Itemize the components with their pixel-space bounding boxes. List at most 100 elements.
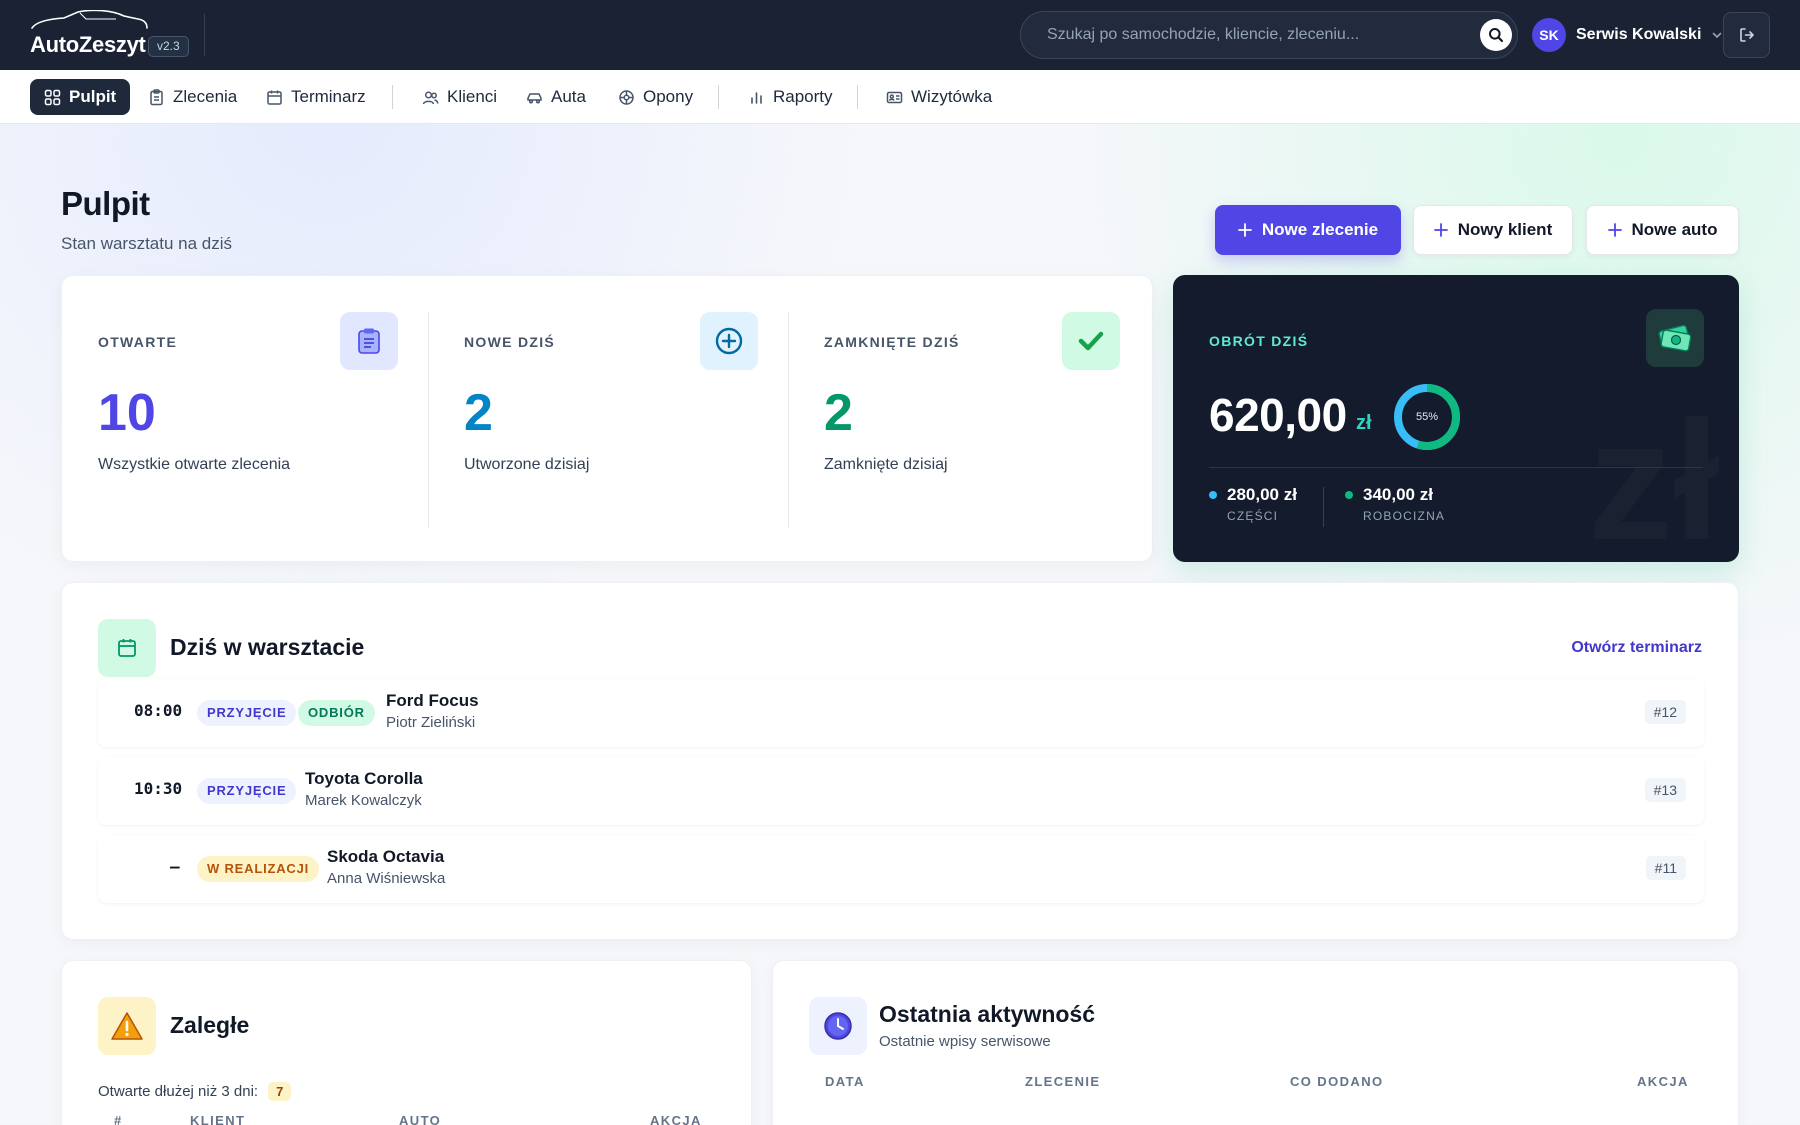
stat-value: 2 xyxy=(464,384,493,442)
app-logo[interactable]: AutoZeszyt v2.3 xyxy=(30,10,189,62)
revenue-parts: 280,00 zł CZĘŚCI xyxy=(1209,485,1297,523)
status-tag: W REALIZACJI xyxy=(197,856,320,882)
appointment-car: Toyota Corolla xyxy=(305,769,423,788)
new-client-button[interactable]: Nowy klient xyxy=(1413,205,1573,255)
nav-label: Raporty xyxy=(773,87,833,106)
column-header: # xyxy=(114,1113,123,1125)
status-tag: PRZYJĘCIE xyxy=(197,778,297,804)
nav-divider xyxy=(718,85,719,109)
app-name: AutoZeszyt xyxy=(30,32,146,57)
nav-label: Klienci xyxy=(447,87,498,106)
id-card-icon xyxy=(886,91,903,103)
appointment-row[interactable]: 10:30 PRZYJĘCIE Toyota Corolla Marek Kow… xyxy=(98,757,1704,825)
divider xyxy=(204,14,205,56)
revenue-labor: 340,00 zł ROBOCIZNA xyxy=(1345,485,1445,523)
logout-button[interactable] xyxy=(1723,12,1770,58)
appointment-car: Skoda Octavia xyxy=(327,847,445,866)
currency-watermark: zł xyxy=(1588,383,1720,562)
calendar-icon xyxy=(267,90,282,105)
appointment-client: Marek Kowalczyk xyxy=(305,792,422,809)
column-header: AUTO xyxy=(399,1113,442,1125)
nav-item-terminarz[interactable]: Terminarz xyxy=(252,79,380,115)
plus-circle-icon xyxy=(700,312,758,370)
appointment-time: – xyxy=(170,857,180,876)
new-car-button[interactable]: Nowe auto xyxy=(1586,205,1739,255)
page-title: Pulpit xyxy=(61,185,150,222)
nav-item-klienci[interactable]: Klienci xyxy=(408,79,511,115)
appointment-time: 10:30 xyxy=(134,779,183,798)
appointment-time: 08:00 xyxy=(134,701,183,720)
appointment-car: Ford Focus xyxy=(386,691,479,710)
divider xyxy=(1209,467,1703,468)
labor-amount: 340,00 zł xyxy=(1345,485,1445,505)
appointment-row[interactable]: 08:00 PRZYJĘCIE ODBIÓR Ford Focus Piotr … xyxy=(98,679,1704,747)
new-order-button[interactable]: Nowe zlecenie xyxy=(1215,205,1401,255)
column-header: CO DODANO xyxy=(1290,1074,1384,1089)
column-header: KLIENT xyxy=(190,1113,246,1125)
labor-label: ROBOCIZNA xyxy=(1363,509,1446,523)
plus-icon xyxy=(1237,223,1252,237)
stat-description: Utworzone dzisiaj xyxy=(464,456,590,473)
page-subtitle: Stan warsztatu na dziś xyxy=(61,234,233,253)
plus-icon xyxy=(1607,223,1622,237)
revenue-card: zł OBRÓT DZIŚ 620,00 zł 55% 280,00 zł CZ… xyxy=(1173,275,1739,562)
overdue-note: Otwarte dłużej niż 3 dni: 7 xyxy=(98,1082,292,1101)
revenue-label: OBRÓT DZIŚ xyxy=(1209,333,1309,349)
order-id-badge: #11 xyxy=(1645,856,1686,880)
stat-open[interactable]: OTWARTE 10 Wszystkie otwarte zlecenia xyxy=(62,276,428,563)
grid-icon xyxy=(44,89,61,105)
tire-icon xyxy=(619,89,634,105)
appointment-client: Piotr Zieliński xyxy=(386,714,476,731)
stat-description: Zamknięte dzisiaj xyxy=(824,456,948,473)
appointment-client: Anna Wiśniewska xyxy=(327,870,446,887)
car-icon xyxy=(527,92,542,104)
search-input[interactable] xyxy=(1047,12,1467,58)
column-header: AKCJA xyxy=(1637,1074,1689,1089)
nav-label: Zlecenia xyxy=(173,87,238,106)
nav-item-auta[interactable]: Auta xyxy=(512,79,600,115)
nav-label: Wizytówka xyxy=(911,87,993,106)
clipboard-icon xyxy=(340,312,398,370)
nav-item-wizytowka[interactable]: Wizytówka xyxy=(872,79,1006,115)
stat-label: ZAMKNIĘTE DZIŚ xyxy=(824,334,960,350)
button-label: Nowy klient xyxy=(1457,220,1553,239)
chevron-down-icon xyxy=(1711,29,1723,41)
nav-item-zlecenia[interactable]: Zlecenia xyxy=(134,79,251,115)
stat-new-today[interactable]: NOWE DZIŚ 2 Utworzone dzisiaj xyxy=(428,276,788,563)
divider xyxy=(1323,487,1324,527)
parts-label: CZĘŚCI xyxy=(1227,509,1279,523)
nav-item-raporty[interactable]: Raporty xyxy=(734,79,847,115)
car-logo-icon xyxy=(31,10,148,29)
users-icon xyxy=(422,90,439,104)
order-id-badge: #12 xyxy=(1644,700,1686,724)
open-schedule-link[interactable]: Otwórz terminarz xyxy=(1571,639,1702,657)
nav-divider xyxy=(392,85,393,109)
stat-label: OTWARTE xyxy=(98,334,178,350)
search-box xyxy=(1020,11,1518,59)
appointment-row[interactable]: – W REALIZACJI Skoda Octavia Anna Wiśnie… xyxy=(98,835,1704,903)
nav-item-opony[interactable]: Opony xyxy=(604,79,707,115)
nav-label: Terminarz xyxy=(291,87,366,106)
nav-label: Pulpit xyxy=(69,87,117,106)
version-badge: v2.3 xyxy=(148,36,189,57)
donut-percent: 55% xyxy=(1415,411,1439,423)
clock-icon xyxy=(809,997,867,1055)
button-label: Nowe zlecenie xyxy=(1261,220,1379,239)
stat-value: 10 xyxy=(98,384,156,442)
calendar-icon xyxy=(98,619,156,677)
checkmark-icon xyxy=(1062,312,1120,370)
nav-label: Auta xyxy=(551,87,586,106)
button-label: Nowe auto xyxy=(1631,220,1718,239)
clipboard-icon xyxy=(150,88,163,105)
stat-closed-today[interactable]: ZAMKNIĘTE DZIŚ 2 Zamknięte dzisiaj xyxy=(788,276,1154,563)
recent-activity-card: Ostatnia aktywność Ostatnie wpisy serwis… xyxy=(772,960,1739,1125)
search-button[interactable] xyxy=(1480,19,1512,51)
overdue-count-badge: 7 xyxy=(268,1082,292,1101)
money-icon xyxy=(1646,309,1704,367)
nav-item-pulpit[interactable]: Pulpit xyxy=(30,79,131,115)
today-workshop-card: Dziś w warsztacie Otwórz terminarz 08:00… xyxy=(61,582,1739,940)
bar-chart-icon xyxy=(751,91,762,104)
stats-card: OTWARTE 10 Wszystkie otwarte zlecenia NO… xyxy=(61,275,1153,562)
logout-icon xyxy=(1739,28,1754,42)
user-menu[interactable]: SK Serwis Kowalski xyxy=(1532,18,1723,52)
